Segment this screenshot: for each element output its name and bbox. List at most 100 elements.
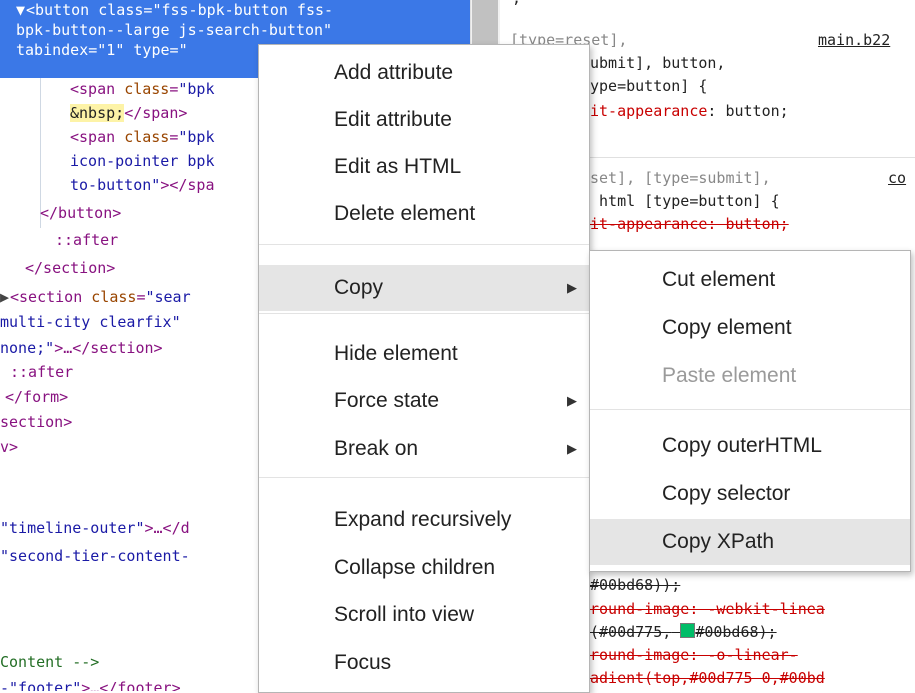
node-token: "bpk xyxy=(178,128,215,146)
dom-node-line[interactable]: to-button"></spa xyxy=(70,175,215,195)
menu-item-label: Force state xyxy=(334,389,440,412)
selected-dom-node-line[interactable]: bpk-button--large js-search-button" xyxy=(16,20,332,40)
node-token: >…</footer> xyxy=(81,679,181,691)
node-token: to-button" xyxy=(70,176,161,194)
dom-node-line[interactable]: <span class="bpk xyxy=(70,79,215,99)
node-token: tabindex xyxy=(16,41,89,59)
menu-separator xyxy=(259,244,589,245)
node-token: type xyxy=(124,41,170,59)
rule1-property: it-appearance xyxy=(590,102,708,120)
selected-dom-node-line[interactable]: tabindex="1" type=" xyxy=(16,40,188,60)
node-token: section> xyxy=(0,413,73,431)
rule2-source-link[interactable]: co xyxy=(888,168,906,188)
dom-node-line[interactable]: Content --> xyxy=(0,652,99,672)
node-token: >…</d xyxy=(144,519,190,537)
dom-node-line[interactable]: v> xyxy=(0,437,18,457)
dom-node-line[interactable]: "timeline-outer">…</d xyxy=(0,518,190,538)
color-swatch-icon[interactable] xyxy=(680,623,696,638)
node-token: icon-pointer bpk xyxy=(70,152,215,170)
submenu-item-copy-outerhtml[interactable]: Copy outerHTML xyxy=(590,423,910,469)
dom-node-line[interactable]: </button> xyxy=(40,203,121,223)
dom-node-line[interactable]: none;">…</section> xyxy=(0,338,163,358)
node-token: multi-city clearfix" xyxy=(0,313,181,331)
menu-item-copy[interactable]: Copy ▶ xyxy=(259,265,589,311)
dom-node-line[interactable]: <span class="bpk xyxy=(70,127,215,147)
dom-node-line[interactable]: icon-pointer bpk xyxy=(70,151,215,171)
copy-submenu: Cut element Copy element Paste element Copy… xyxy=(589,250,911,572)
node-token: " xyxy=(178,41,188,59)
dom-node-line[interactable]: "second-tier-content- xyxy=(0,546,190,566)
style-line: (#00d775, #00bd68); xyxy=(590,622,777,642)
rule2-overridden-declaration[interactable]: it-appearance: button; xyxy=(590,214,789,234)
menu-item-scroll-into-view[interactable]: Scroll into view xyxy=(259,592,589,638)
submenu-item-copy-xpath[interactable]: Copy XPath xyxy=(590,519,910,565)
menu-item-break-on[interactable]: Break on ▶ xyxy=(259,426,589,472)
chevron-right-icon: ▶ xyxy=(567,280,577,295)
menu-item-focus[interactable]: Focus xyxy=(259,640,589,686)
menu-item-delete-element[interactable]: Delete element xyxy=(259,191,589,237)
selected-dom-node-line[interactable]: ▼ <button class="fss-bpk-button fss- xyxy=(16,0,333,20)
menu-item-edit-attribute[interactable]: Edit attribute xyxy=(259,97,589,143)
menu-item-label: Add attribute xyxy=(334,61,454,84)
rule2-selector: set], [type=submit], xyxy=(590,169,771,187)
node-token: bpk-button--large js-search-button" xyxy=(16,21,333,39)
submenu-item-label: Paste element xyxy=(662,364,797,387)
style-value: #00bd68); xyxy=(695,623,777,641)
node-token: class xyxy=(91,288,137,306)
node-token: v> xyxy=(0,438,19,456)
dom-node-line[interactable]: multi-city clearfix" xyxy=(0,312,181,332)
submenu-item-copy-selector[interactable]: Copy selector xyxy=(590,471,910,517)
style-line: adient(top,#00d775 0,#00bd xyxy=(590,669,825,687)
submenu-item-label: Copy selector xyxy=(662,482,791,505)
menu-separator xyxy=(259,477,589,478)
submenu-item-cut-element[interactable]: Cut element xyxy=(590,257,910,303)
node-token: ::after xyxy=(10,363,74,381)
node-token: none;" xyxy=(0,339,55,357)
rule2-selector-2: html [type=button] { xyxy=(590,192,780,210)
node-token: ></spa xyxy=(160,176,215,194)
dom-node-line[interactable]: ::after xyxy=(10,362,73,382)
triangle-down-icon[interactable]: ▼ xyxy=(16,0,26,20)
node-token: = xyxy=(169,41,179,59)
dom-node-line[interactable]: -"footer">…</footer> xyxy=(0,678,181,691)
node-token: </button> xyxy=(40,204,122,222)
menu-item-collapse-children[interactable]: Collapse children xyxy=(259,545,589,591)
chevron-right-icon: ▶ xyxy=(567,393,577,408)
node-token: "timeline-outer" xyxy=(0,519,145,537)
node-token: <button xyxy=(26,1,99,19)
submenu-item-label: Copy XPath xyxy=(662,530,775,553)
dom-node-line[interactable]: section> xyxy=(0,412,72,432)
menu-item-edit-as-html[interactable]: Edit as HTML xyxy=(259,144,589,190)
menu-item-expand-recursively[interactable]: Expand recursively xyxy=(259,497,589,543)
node-token: class xyxy=(98,1,144,19)
menu-item-label: Copy xyxy=(334,276,384,299)
dom-node-line[interactable]: ▶<section class="sear xyxy=(0,287,191,307)
menu-item-hide-element[interactable]: Hide element xyxy=(259,331,589,377)
menu-item-label: Break on xyxy=(334,437,419,460)
submenu-item-label: Copy outerHTML xyxy=(662,434,822,457)
rule1-selector-2: ubmit], button, xyxy=(590,54,726,72)
node-token: "bpk xyxy=(178,80,215,98)
node-token: = xyxy=(88,41,98,59)
menu-item-add-attribute[interactable]: Add attribute xyxy=(259,50,589,96)
node-token: "fss-bpk-button fss- xyxy=(152,1,334,19)
node-token: </span> xyxy=(124,104,188,122)
node-token: "1" xyxy=(97,41,125,59)
node-token: </form> xyxy=(5,388,69,406)
dom-node-line[interactable]: </form> xyxy=(5,387,68,407)
menu-item-force-state[interactable]: Force state ▶ xyxy=(259,378,589,424)
rule1-value: : button; xyxy=(707,102,789,120)
rule1-source-link[interactable]: main.b22 xyxy=(818,30,890,50)
submenu-item-label: Copy element xyxy=(662,316,792,339)
menu-item-label: Focus xyxy=(334,651,392,674)
triangle-right-icon[interactable]: ▶ xyxy=(0,287,10,307)
node-token: <span xyxy=(70,128,125,146)
dom-node-line[interactable]: &nbsp;</span> xyxy=(70,103,187,123)
rule1-declaration[interactable]: it-appearance: button; xyxy=(590,101,789,121)
dom-node-line[interactable]: ::after xyxy=(55,230,118,250)
style-value: (#00d775, xyxy=(590,623,672,641)
node-token: class xyxy=(124,128,170,146)
submenu-item-copy-element[interactable]: Copy element xyxy=(590,305,910,351)
node-token: <section xyxy=(10,288,92,306)
dom-node-line[interactable]: </section> xyxy=(25,258,115,278)
